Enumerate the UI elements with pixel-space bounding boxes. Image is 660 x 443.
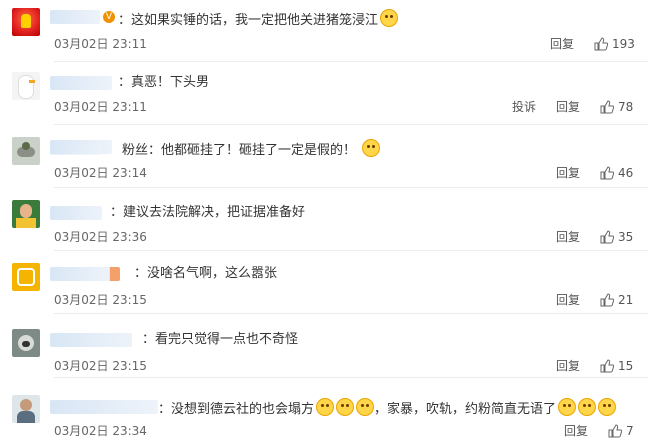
- report-button[interactable]: 投诉: [512, 100, 536, 114]
- comment-text: ：建议去法院解决，把证据准备好: [110, 205, 306, 220]
- reply-button[interactable]: 回复: [550, 37, 574, 51]
- like-button[interactable]: 35: [600, 230, 633, 244]
- comment-item: ：建议去法院解决，把证据准备好 03月02日 23:36 回复 35: [0, 188, 660, 251]
- thumbs-up-icon: [600, 100, 614, 114]
- like-count: 78: [618, 100, 634, 114]
- comment-item: 粉丝：他都砸挂了！砸挂了一定是假的！ 03月02日 23:14 回复 46: [0, 125, 660, 188]
- thumbs-up-icon: [608, 424, 622, 438]
- reply-button[interactable]: 回复: [556, 293, 580, 307]
- like-count: 15: [618, 359, 634, 373]
- comment-time: 03月02日 23:36: [54, 230, 147, 244]
- yawn-emoji: [578, 398, 597, 416]
- comment-text: ：这如果实锤的话，我一定把他关进猪笼浸江: [118, 9, 399, 29]
- like-button[interactable]: 15: [600, 359, 633, 373]
- like-button[interactable]: 78: [600, 100, 633, 114]
- comment-time: 03月02日 23:14: [54, 166, 147, 180]
- like-button[interactable]: 193: [594, 37, 635, 51]
- yawn-emoji: [558, 398, 577, 416]
- comment-time: 03月02日 23:15: [54, 359, 147, 373]
- comment-text: ：真恶！下头男: [118, 75, 210, 90]
- reply-button[interactable]: 回复: [556, 166, 580, 180]
- comment-text: 粉丝：他都砸挂了！砸挂了一定是假的！: [122, 139, 381, 159]
- avatar[interactable]: [12, 72, 40, 100]
- thumbs-up-icon: [600, 293, 614, 307]
- like-button[interactable]: 7: [608, 424, 634, 438]
- like-count: 46: [618, 166, 634, 180]
- comment-item: V ：这如果实锤的话，我一定把他关进猪笼浸江 03月02日 23:11 回复 1…: [0, 0, 660, 62]
- like-count: 7: [626, 424, 634, 438]
- avatar[interactable]: [12, 137, 40, 165]
- username-blurred[interactable]: [50, 333, 132, 347]
- comment-text: ：没想到德云社的也会塌方 ，家暴，吹轨，约粉简直无语了: [158, 398, 617, 418]
- avatar[interactable]: [12, 329, 40, 357]
- thumbs-up-icon: [594, 37, 608, 51]
- reply-button[interactable]: 回复: [556, 230, 580, 244]
- laugh-emoji: [380, 9, 399, 27]
- avatar[interactable]: [12, 200, 40, 228]
- thumbs-up-icon: [600, 230, 614, 244]
- cry-laugh-emoji: [336, 398, 355, 416]
- vip-badge-icon: V: [103, 11, 115, 23]
- like-button[interactable]: 21: [600, 293, 633, 307]
- comment-list: V ：这如果实锤的话，我一定把他关进猪笼浸江 03月02日 23:11 回复 1…: [0, 0, 660, 443]
- username-blurred: [50, 145, 102, 155]
- reply-button[interactable]: 回复: [556, 359, 580, 373]
- comment-text: ：没啥名气啊，这么嚣张: [134, 266, 278, 281]
- comment-time: 03月02日 23:11: [54, 100, 147, 114]
- thumbs-up-icon: [600, 166, 614, 180]
- like-button[interactable]: 46: [600, 166, 633, 180]
- shocked-emoji: [362, 139, 381, 157]
- reply-button[interactable]: 回复: [556, 100, 580, 114]
- reply-button[interactable]: 回复: [564, 424, 588, 438]
- like-count: 193: [612, 37, 635, 51]
- comment-item: ：真恶！下头男 03月02日 23:11 投诉 回复 78: [0, 62, 660, 125]
- comment-time: 03月02日 23:11: [54, 37, 147, 51]
- comment-item: ：没想到德云社的也会塌方 ，家暴，吹轨，约粉简直无语了 03月02日 23:34 …: [0, 378, 660, 443]
- username-blurred[interactable]: [50, 76, 112, 90]
- like-count: 21: [618, 293, 634, 307]
- username-blurred[interactable]: [50, 10, 100, 24]
- thumbs-up-icon: [600, 359, 614, 373]
- yawn-emoji: [598, 398, 617, 416]
- username-blurred[interactable]: [50, 206, 102, 220]
- avatar[interactable]: [12, 263, 40, 291]
- cry-laugh-emoji: [316, 398, 335, 416]
- avatar[interactable]: [12, 8, 40, 36]
- username-blurred[interactable]: [50, 400, 158, 414]
- username-blurred[interactable]: [50, 267, 120, 281]
- comment-time: 03月02日 23:34: [54, 424, 147, 438]
- comment-item: ：看完只觉得一点也不奇怪 03月02日 23:15 回复 15: [0, 314, 660, 378]
- comment-item: ：没啥名气啊，这么嚣张 03月02日 23:15 回复 21: [0, 251, 660, 314]
- comment-time: 03月02日 23:15: [54, 293, 147, 307]
- comment-text: ：看完只觉得一点也不奇怪: [142, 332, 299, 347]
- cry-laugh-emoji: [356, 398, 375, 416]
- avatar[interactable]: [12, 395, 40, 423]
- like-count: 35: [618, 230, 634, 244]
